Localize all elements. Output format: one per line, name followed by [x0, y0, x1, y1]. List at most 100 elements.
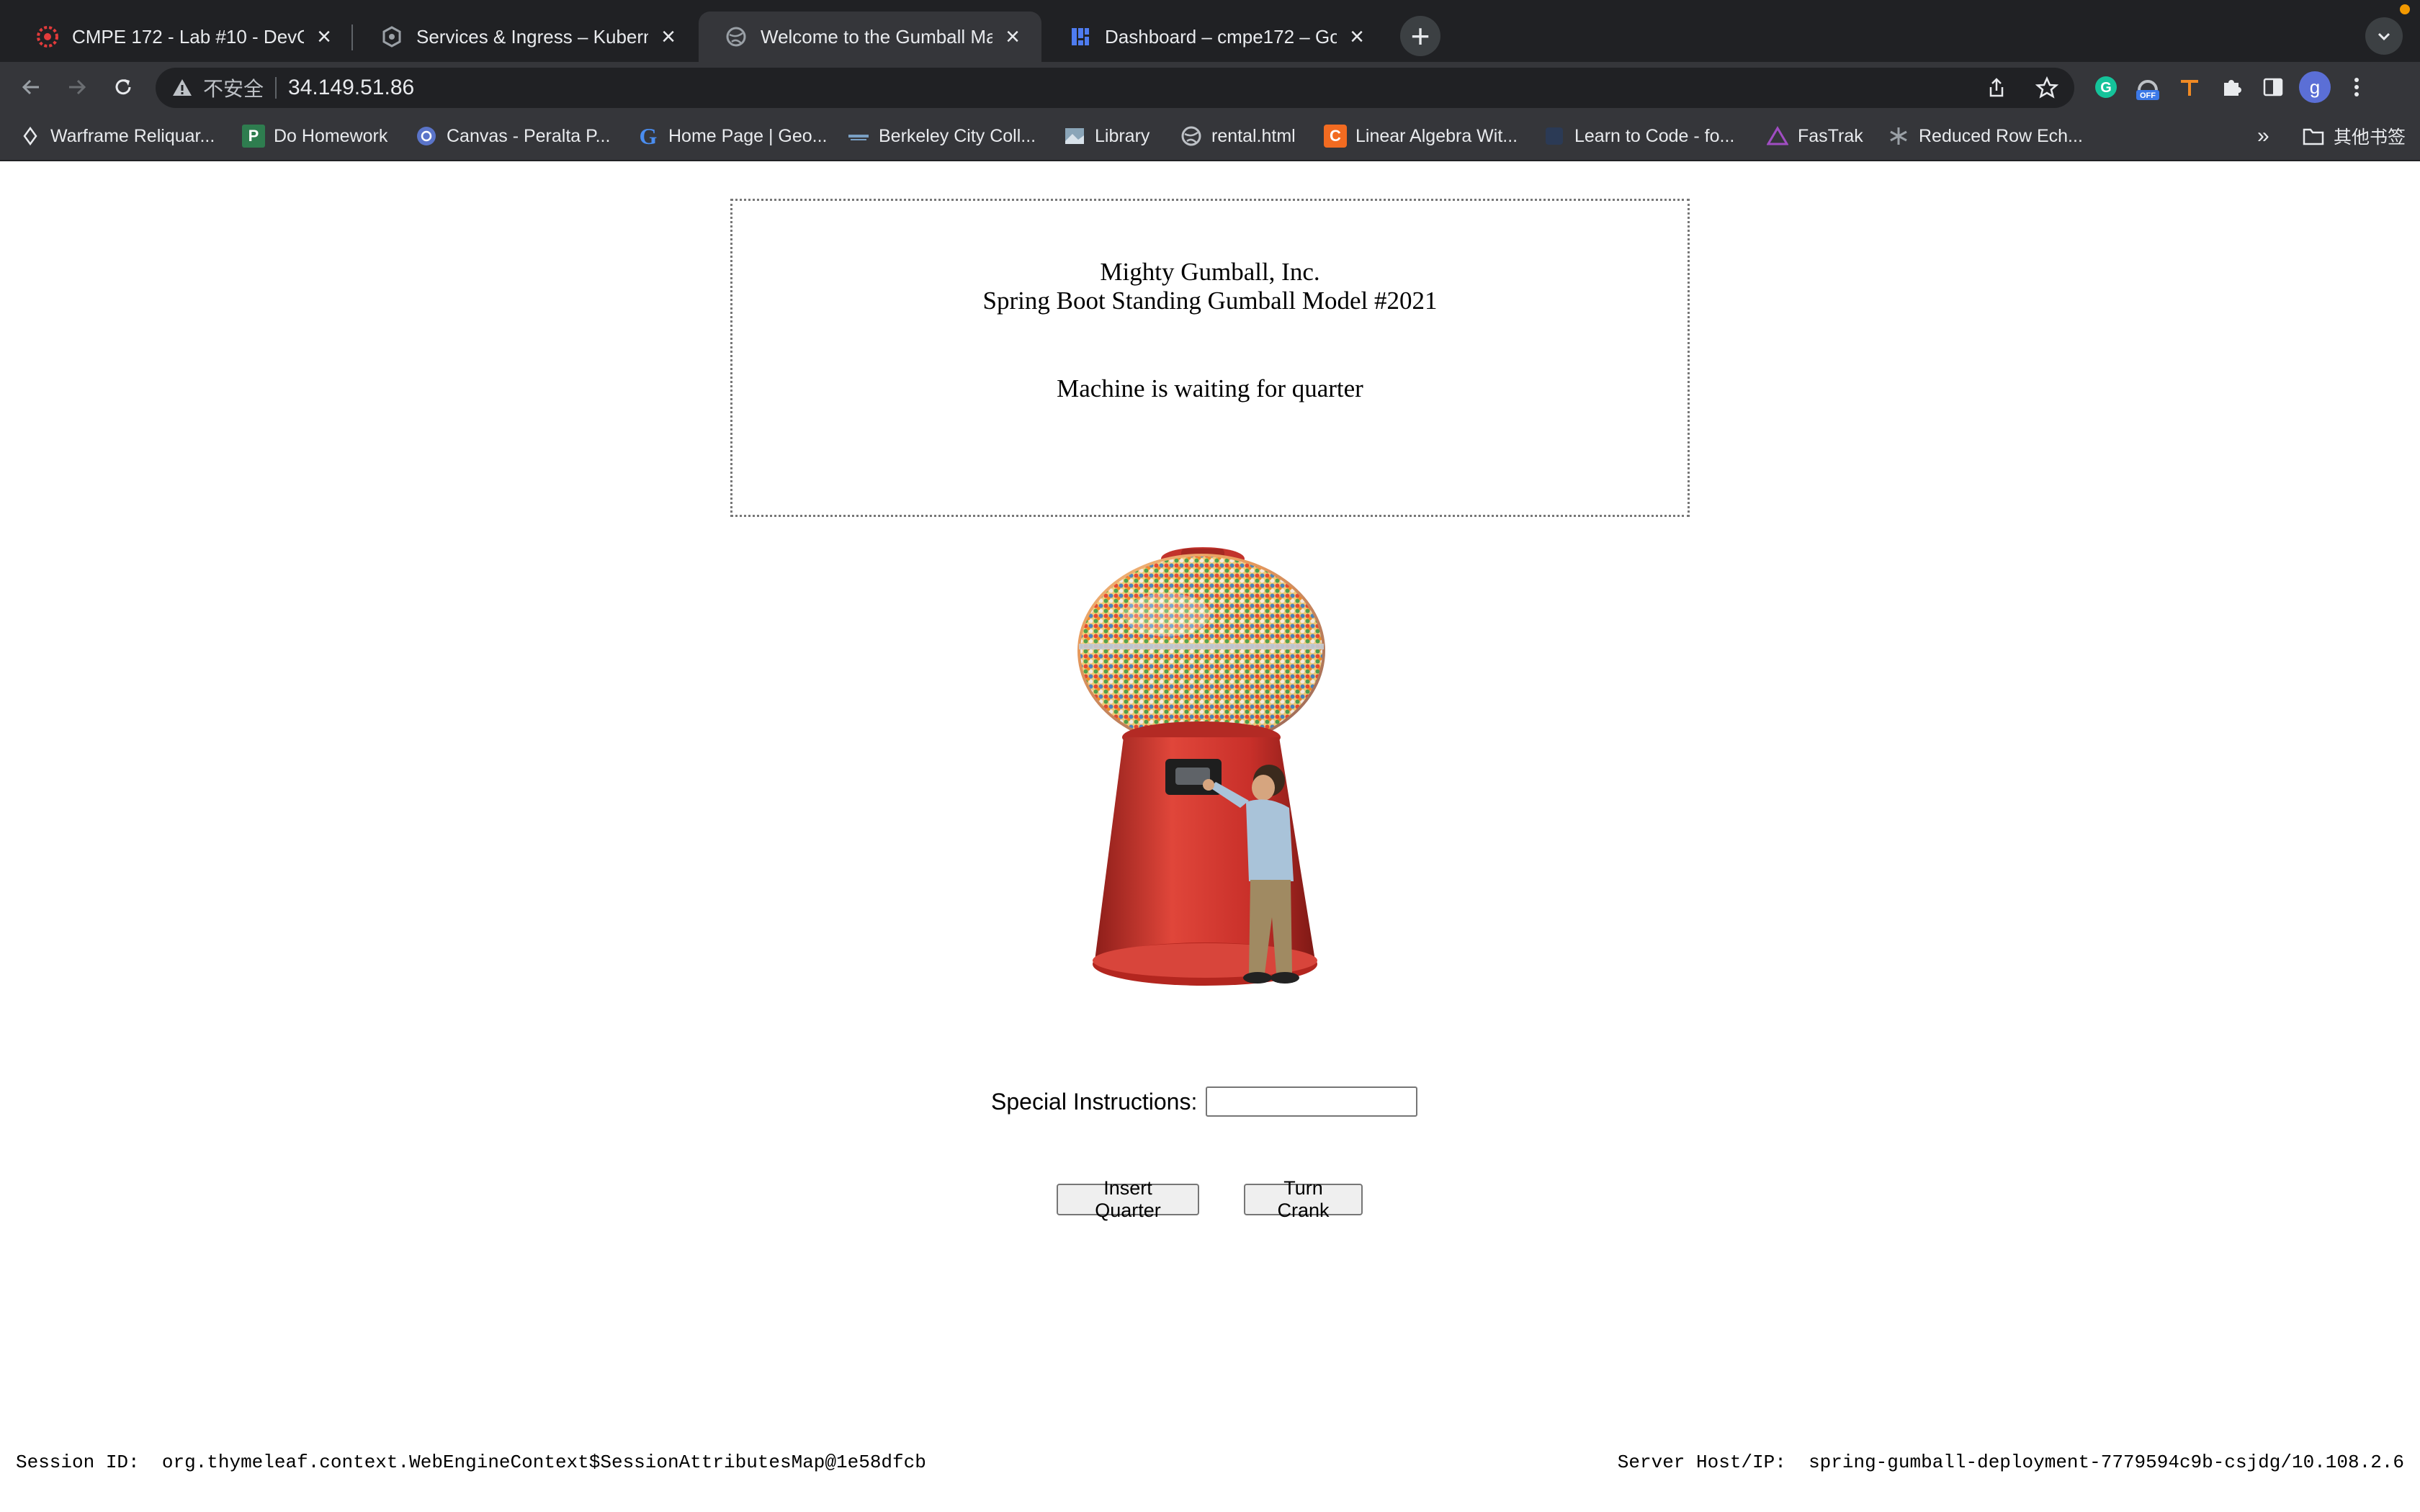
- avatar: g: [2299, 71, 2331, 103]
- server-info: Server Host/IP: spring-gumball-deploymen…: [1618, 1452, 2404, 1473]
- g-icon: G: [639, 122, 658, 149]
- browser-toolbar: 不安全 34.149.51.86 G OFF g: [0, 62, 2420, 112]
- bookmark-star-icon[interactable]: [2030, 71, 2064, 105]
- svg-text:G: G: [2100, 80, 2112, 96]
- bookmark-warframe[interactable]: Warframe Reliquar...: [19, 112, 215, 160]
- extensions-area: G OFF g: [2089, 68, 2374, 107]
- bookmark-label: Library: [1095, 125, 1150, 146]
- bookmark-rental-html[interactable]: rental.html: [1180, 112, 1296, 160]
- bookmarks-bar: Warframe Reliquar... P Do Homework Canva…: [0, 112, 2420, 161]
- share-icon[interactable]: [1979, 71, 2014, 105]
- bookmark-learn-to-code[interactable]: Learn to Code - fo...: [1543, 112, 1734, 160]
- bookmark-label: Home Page | Geo...: [668, 125, 828, 146]
- tab-title: Services & Ingress – Kubernetes: [416, 25, 648, 48]
- globe-icon: [1180, 125, 1203, 148]
- bookmark-berkeley-city-college[interactable]: Berkeley City Coll...: [847, 112, 1036, 160]
- bookmark-label: Berkeley City Coll...: [879, 125, 1036, 146]
- tab-services-ingress[interactable]: Services & Ingress – Kubernetes ×: [354, 12, 697, 62]
- dashboard-icon: [1069, 25, 1092, 48]
- speed-extension-icon[interactable]: OFF: [2130, 70, 2165, 104]
- server-label: Server Host/IP:: [1617, 1452, 1786, 1473]
- globe-icon: [725, 25, 748, 48]
- special-instructions-row: Special Instructions:: [991, 1084, 1418, 1119]
- bookmark-label: Linear Algebra Wit...: [1355, 125, 1518, 146]
- bookmark-linear-algebra[interactable]: C Linear Algebra Wit...: [1324, 112, 1518, 160]
- bookmark-canvas[interactable]: Canvas - Peralta P...: [415, 112, 610, 160]
- bookmark-label: FasTrak: [1798, 125, 1863, 146]
- side-panel-icon[interactable]: [2256, 70, 2290, 104]
- url-text[interactable]: 34.149.51.86: [288, 76, 414, 100]
- insert-quarter-button[interactable]: Insert Quarter: [1057, 1177, 1199, 1221]
- bookmark-fastrak[interactable]: FasTrak: [1766, 112, 1863, 160]
- session-id: org.thymeleaf.context.WebEngineContext$S…: [161, 1452, 926, 1473]
- notification-dot: [2400, 4, 2410, 14]
- bookmark-library[interactable]: Library: [1063, 112, 1150, 160]
- bookmark-label: Learn to Code - fo...: [1574, 125, 1735, 146]
- forward-button[interactable]: [58, 68, 97, 107]
- tab-dashboard-cmpe172[interactable]: Dashboard – cmpe172 – Google Cloud ×: [1043, 12, 1386, 62]
- company-name: Mighty Gumball, Inc.: [1100, 258, 1320, 286]
- session-info: Session ID: org.thymeleaf.context.WebEng…: [16, 1452, 926, 1473]
- puzzle-extensions-icon[interactable]: [2214, 70, 2249, 104]
- close-icon[interactable]: ×: [313, 24, 336, 49]
- tab-title: Dashboard – cmpe172 – Google Cloud: [1105, 25, 1337, 48]
- library-icon: [1063, 125, 1086, 148]
- bookmark-label: Do Homework: [274, 125, 388, 146]
- pin-extension-icon[interactable]: [2172, 70, 2207, 104]
- bookmark-label: Warframe Reliquar...: [50, 125, 215, 146]
- reload-icon: [115, 79, 131, 95]
- menu-kebab-icon[interactable]: [2339, 70, 2374, 104]
- profile-avatar[interactable]: g: [2298, 70, 2332, 104]
- bookmark-reduced-row-echelon[interactable]: Reduced Row Ech...: [1887, 112, 2083, 160]
- tab-title: CMPE 172 - Lab #10 - DevOps: [72, 25, 304, 48]
- fastrak-icon: [1766, 125, 1789, 148]
- close-icon[interactable]: ×: [1345, 24, 1368, 49]
- bookmark-label: rental.html: [1211, 125, 1296, 146]
- grammarly-icon[interactable]: G: [2089, 70, 2123, 104]
- tab-cmpe172-lab[interactable]: CMPE 172 - Lab #10 - DevOps ×: [10, 12, 353, 62]
- svg-text:OFF: OFF: [2140, 91, 2156, 100]
- tab-gumball-machine[interactable]: Welcome to the Gumball Machine ×: [699, 12, 1041, 62]
- p-icon: P: [242, 125, 265, 148]
- page-content: Mighty Gumball, Inc. Spring Boot Standin…: [0, 161, 2420, 1512]
- special-instructions-input[interactable]: [1206, 1086, 1418, 1117]
- tab-title: Welcome to the Gumball Machine: [761, 25, 992, 48]
- close-icon[interactable]: ×: [657, 24, 680, 49]
- bookmark-label: Canvas - Peralta P...: [447, 125, 611, 146]
- tab-strip: CMPE 172 - Lab #10 - DevOps × Services &…: [0, 0, 2420, 62]
- bookmark-do-homework[interactable]: P Do Homework: [242, 112, 387, 160]
- spark-icon: [36, 25, 59, 48]
- turn-crank-button[interactable]: Turn Crank: [1244, 1177, 1363, 1221]
- tab-search-button[interactable]: [2365, 17, 2403, 55]
- bookmark-label: 其他书签: [2334, 127, 2406, 148]
- address-bar[interactable]: 不安全 34.149.51.86: [156, 68, 2074, 108]
- college-icon: [847, 125, 870, 148]
- security-label[interactable]: 不安全: [203, 73, 264, 102]
- canvas-icon: [415, 125, 438, 148]
- code-icon: [1543, 125, 1566, 148]
- folder-icon: [2302, 125, 2325, 148]
- gumball-machine-image: [1077, 547, 1325, 986]
- close-icon[interactable]: ×: [1001, 24, 1024, 49]
- back-arrow-icon: [22, 79, 39, 95]
- session-label: Session ID:: [16, 1452, 140, 1473]
- back-button[interactable]: [12, 68, 50, 107]
- bookmark-home-page-geo[interactable]: G Home Page | Geo...: [637, 112, 828, 160]
- forward-arrow-icon: [69, 79, 86, 95]
- message-box: Mighty Gumball, Inc. Spring Boot Standin…: [730, 199, 1690, 517]
- bookmark-label: Reduced Row Ech...: [1919, 125, 2083, 146]
- kubernetes-icon: [380, 25, 403, 48]
- special-instructions-label: Special Instructions:: [991, 1088, 1198, 1115]
- asterisk-icon: [1887, 125, 1910, 148]
- chevron-down-icon: [2378, 32, 2390, 41]
- c-icon: C: [1324, 125, 1347, 148]
- warning-icon: [173, 79, 192, 96]
- new-tab-button[interactable]: +: [1400, 16, 1440, 56]
- reload-button[interactable]: [104, 68, 143, 107]
- machine-status: Machine is waiting for quarter: [1057, 374, 1363, 402]
- model-name: Spring Boot Standing Gumball Model #2021: [982, 287, 1438, 315]
- warframe-icon: [19, 125, 42, 148]
- server-host: spring-gumball-deployment-7779594c9b-csj…: [1809, 1452, 2404, 1473]
- more-bookmarks-button[interactable]: »: [2257, 112, 2269, 160]
- other-bookmarks-folder[interactable]: 其他书签: [2302, 112, 2406, 160]
